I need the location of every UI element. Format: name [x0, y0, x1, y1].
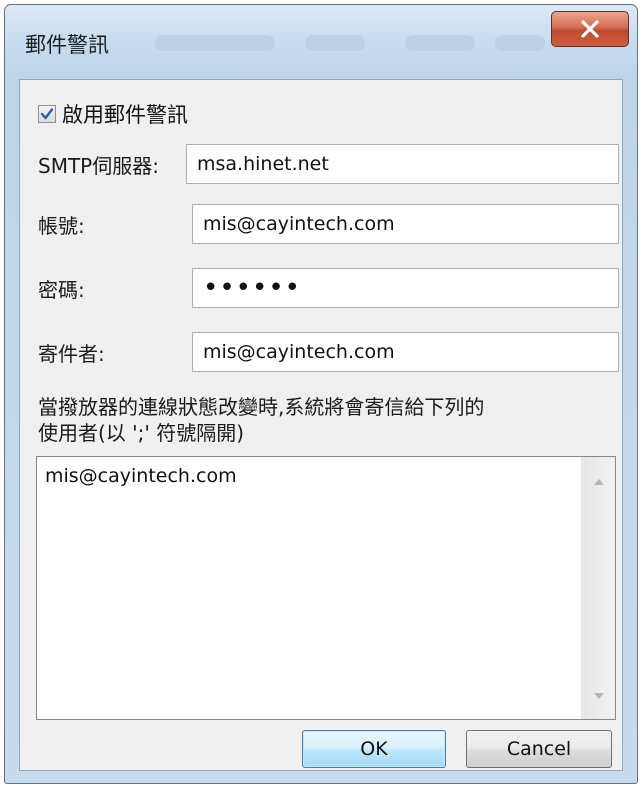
- password-input[interactable]: ••••••: [192, 268, 619, 308]
- sender-input[interactable]: mis@cayintech.com: [192, 332, 619, 372]
- account-label: 帳號:: [38, 214, 85, 238]
- account-input[interactable]: mis@cayintech.com: [192, 204, 619, 244]
- sender-label: 寄件者:: [38, 342, 105, 366]
- recipients-description-line2: 使用者(以 ';' 符號隔開): [38, 421, 245, 445]
- window-title: 郵件警訊: [25, 33, 109, 57]
- recipients-text: mis@cayintech.com: [45, 465, 237, 487]
- close-button[interactable]: [551, 11, 629, 47]
- recipients-textarea[interactable]: mis@cayintech.com: [36, 456, 616, 720]
- title-bar-glare: [495, 35, 545, 51]
- scroll-down-arrow-icon[interactable]: [594, 693, 604, 699]
- title-bar[interactable]: 郵件警訊: [5, 5, 637, 79]
- title-bar-glare: [155, 35, 275, 51]
- scroll-up-arrow-icon[interactable]: [594, 479, 604, 485]
- title-bar-glare: [405, 35, 475, 51]
- checkmark-icon: [40, 108, 54, 120]
- close-icon: [581, 20, 599, 38]
- enable-alert-label: 啟用郵件警訊: [62, 103, 188, 127]
- dialog-body: 啟用郵件警訊 SMTP伺服器: msa.hinet.net 帳號: mis@ca…: [19, 79, 623, 771]
- recipients-scrollbar[interactable]: [581, 457, 615, 719]
- password-label: 密碼:: [38, 278, 85, 302]
- enable-alert-checkbox[interactable]: [38, 105, 56, 123]
- enable-alert-checkbox-row[interactable]: 啟用郵件警訊: [38, 100, 188, 128]
- recipients-description: 當撥放器的連線狀態改變時,系統將會寄信給下列的 使用者(以 ';' 符號隔開): [38, 394, 613, 446]
- recipients-description-line1: 當撥放器的連線狀態改變時,系統將會寄信給下列的: [38, 395, 485, 419]
- cancel-button[interactable]: Cancel: [466, 730, 612, 768]
- smtp-server-input[interactable]: msa.hinet.net: [186, 144, 619, 184]
- dialog-window: 郵件警訊 啟用郵件警訊 SMTP伺服器: msa.hinet.net 帳號: m…: [4, 4, 638, 784]
- title-bar-glare: [305, 35, 365, 51]
- smtp-server-label: SMTP伺服器:: [38, 154, 159, 178]
- ok-button[interactable]: OK: [302, 730, 446, 768]
